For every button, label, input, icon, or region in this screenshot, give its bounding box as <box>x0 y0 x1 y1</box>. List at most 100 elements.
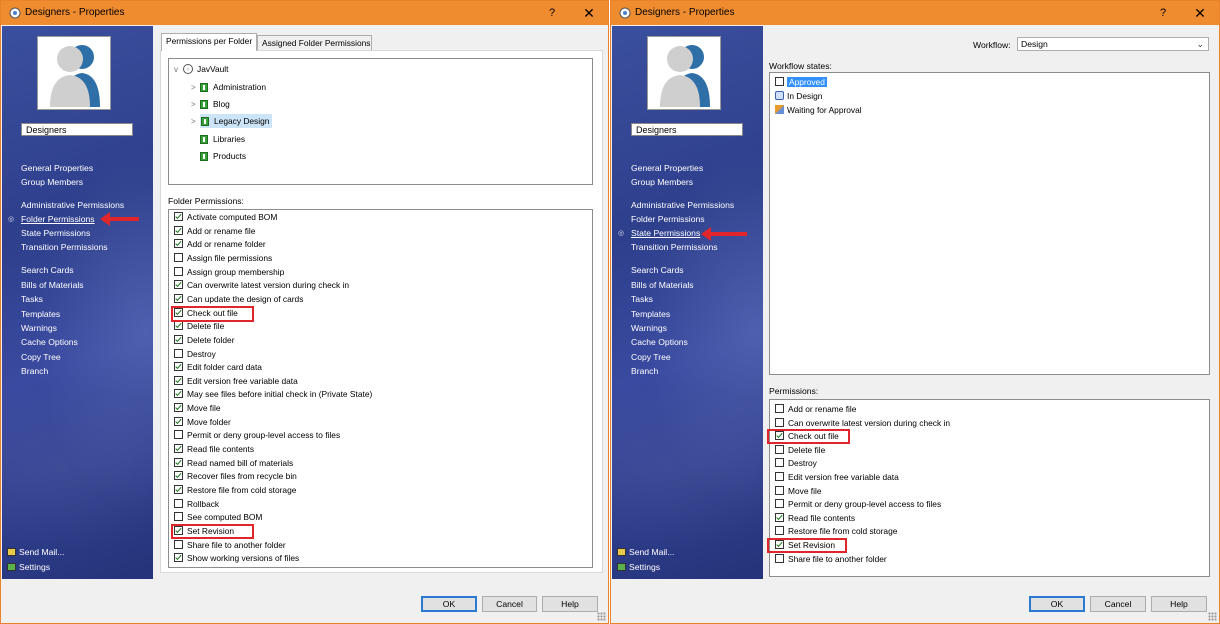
nav-folder-permissions[interactable]: Folder Permissions <box>631 214 705 224</box>
nav-copy-tree[interactable]: Copy Tree <box>21 352 61 362</box>
checkbox-unchecked[interactable] <box>775 417 784 427</box>
checkbox-checked[interactable] <box>174 362 183 372</box>
checkbox-unchecked[interactable] <box>174 430 183 440</box>
permission-row[interactable]: Destroy <box>775 457 817 471</box>
checkbox-unchecked[interactable] <box>775 404 784 413</box>
checkbox-checked[interactable] <box>174 553 183 563</box>
permission-row[interactable]: Assign group membership <box>174 266 284 280</box>
group-name-field[interactable]: Designers <box>21 123 133 136</box>
permission-row[interactable]: Move folder <box>174 416 231 430</box>
permission-row[interactable]: Can update the design of cards <box>174 293 303 307</box>
checkbox-unchecked[interactable] <box>775 472 784 481</box>
send-mail-link[interactable]: Send Mail... <box>617 547 674 557</box>
close-button[interactable]: ✕ <box>578 5 600 21</box>
resize-grip[interactable] <box>1208 612 1217 621</box>
send-mail-link[interactable]: Send Mail... <box>7 547 64 557</box>
checkbox-unchecked[interactable] <box>174 252 183 262</box>
checkbox-unchecked[interactable] <box>775 526 784 536</box>
checkbox-unchecked[interactable] <box>775 553 784 563</box>
nav-warnings[interactable]: Warnings <box>631 323 667 333</box>
state-item-in-design[interactable]: In Design <box>775 89 822 103</box>
permission-row[interactable]: Read named bill of materials <box>174 457 293 471</box>
workflow-states-list[interactable]: Approved In Design Waiting for Approval <box>769 72 1210 375</box>
permission-row[interactable]: Assign file permissions <box>174 252 272 266</box>
nav-administrative-permissions[interactable]: Administrative Permissions <box>21 200 124 210</box>
nav-general-properties[interactable]: General Properties <box>631 163 703 173</box>
permission-row[interactable]: Show working versions of files <box>174 552 299 566</box>
help-title-button[interactable]: ? <box>1153 5 1173 21</box>
ok-button[interactable]: OK <box>421 596 477 612</box>
permission-row[interactable]: Edit version free variable data <box>174 375 298 389</box>
checkbox-checked[interactable] <box>174 293 183 303</box>
checkbox-checked[interactable] <box>174 389 183 399</box>
close-button[interactable]: ✕ <box>1189 5 1211 21</box>
nav-group-members[interactable]: Group Members <box>631 177 693 187</box>
checkbox-checked[interactable] <box>174 444 183 454</box>
permission-row[interactable]: Read file contents <box>775 512 855 526</box>
permission-row[interactable]: Recover files from recycle bin <box>174 470 297 484</box>
permission-row[interactable]: Read file contents <box>174 443 254 457</box>
nav-tasks[interactable]: Tasks <box>21 294 43 304</box>
tree-item-products[interactable]: Products <box>200 149 246 163</box>
state-item-waiting-for-approval[interactable]: Waiting for Approval <box>775 103 862 117</box>
permission-row[interactable]: Delete file <box>174 320 224 334</box>
permission-row[interactable]: Share file to another folder <box>775 553 887 567</box>
nav-state-permissions[interactable]: State Permissions <box>631 228 700 238</box>
checkbox-checked[interactable] <box>174 485 183 494</box>
tree-item-libraries[interactable]: Libraries <box>200 132 245 146</box>
permission-row[interactable]: Add or rename file <box>775 403 856 417</box>
nav-search-cards[interactable]: Search Cards <box>21 265 74 275</box>
tab-assigned-folder-permissions[interactable]: Assigned Folder Permissions <box>257 35 372 51</box>
nav-group-members[interactable]: Group Members <box>21 177 83 187</box>
permission-row[interactable]: Delete folder <box>174 334 235 348</box>
checkbox-checked[interactable] <box>174 375 183 385</box>
help-button[interactable]: Help <box>542 596 598 612</box>
folder-tree[interactable]: v JavVault > Administration > Blog > Legacy … <box>168 58 593 185</box>
permission-row[interactable]: Destroy <box>174 348 216 362</box>
nav-general-properties[interactable]: General Properties <box>21 163 93 173</box>
checkbox-checked[interactable] <box>174 403 183 413</box>
permission-row[interactable]: Delete file <box>775 444 825 458</box>
nav-transition-permissions[interactable]: Transition Permissions <box>631 242 718 252</box>
checkbox-unchecked[interactable] <box>775 444 784 454</box>
nav-search-cards[interactable]: Search Cards <box>631 265 684 275</box>
permission-row[interactable]: Permit or deny group-level access to fil… <box>174 429 340 443</box>
folder-permissions-list[interactable]: Activate computed BOM Add or rename file A… <box>168 209 593 568</box>
help-title-button[interactable]: ? <box>542 5 562 21</box>
nav-folder-permissions[interactable]: Folder Permissions <box>21 214 95 224</box>
checkbox-unchecked[interactable] <box>775 458 784 468</box>
checkbox-checked[interactable] <box>174 321 183 331</box>
permission-row[interactable]: Add or rename file <box>174 225 255 239</box>
settings-link[interactable]: Settings <box>617 562 660 572</box>
permission-row[interactable]: See computed BOM <box>174 511 262 525</box>
tree-root[interactable]: v JavVault <box>174 62 229 76</box>
permission-row[interactable]: Can overwrite latest version during chec… <box>174 279 349 293</box>
permission-row[interactable]: Move file <box>775 485 822 499</box>
permission-row[interactable]: Restore file from cold storage <box>775 525 897 539</box>
checkbox-unchecked[interactable] <box>174 266 183 276</box>
cancel-button[interactable]: Cancel <box>1090 596 1146 612</box>
ok-button[interactable]: OK <box>1029 596 1085 612</box>
nav-administrative-permissions[interactable]: Administrative Permissions <box>631 200 734 210</box>
nav-cache-options[interactable]: Cache Options <box>21 337 78 347</box>
permission-row[interactable]: Edit version free variable data <box>775 471 899 485</box>
nav-warnings[interactable]: Warnings <box>21 323 57 333</box>
checkbox-checked[interactable] <box>174 416 183 426</box>
tree-item-administration[interactable]: > Administration <box>191 80 266 94</box>
permission-row[interactable]: Permit or deny group-level access to fil… <box>775 498 941 512</box>
help-button[interactable]: Help <box>1151 596 1207 612</box>
permission-row[interactable]: Share file to another folder <box>174 539 286 553</box>
checkbox-checked[interactable] <box>174 225 183 235</box>
checkbox-checked[interactable] <box>174 280 183 290</box>
checkbox-unchecked[interactable] <box>174 512 183 522</box>
checkbox-unchecked[interactable] <box>174 539 183 549</box>
cancel-button[interactable]: Cancel <box>482 596 537 612</box>
permission-row[interactable]: Activate computed BOM <box>174 211 277 225</box>
checkbox-checked[interactable] <box>174 239 183 249</box>
nav-state-permissions[interactable]: State Permissions <box>21 228 90 238</box>
nav-transition-permissions[interactable]: Transition Permissions <box>21 242 108 252</box>
nav-bills-of-materials[interactable]: Bills of Materials <box>21 280 84 290</box>
checkbox-checked[interactable] <box>174 457 183 467</box>
checkbox-checked[interactable] <box>174 471 183 481</box>
checkbox-unchecked[interactable] <box>775 485 784 495</box>
